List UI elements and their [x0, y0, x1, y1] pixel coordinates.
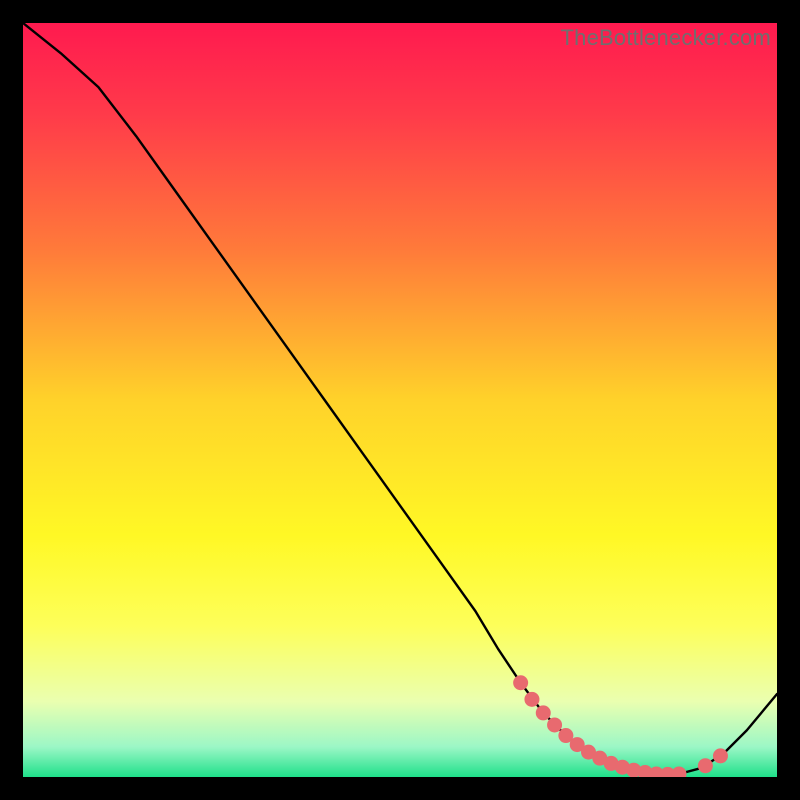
- chart-marker: [547, 717, 562, 732]
- chart-marker: [513, 675, 528, 690]
- chart-marker: [536, 705, 551, 720]
- chart-marker: [713, 748, 728, 763]
- chart-plot: [23, 23, 777, 777]
- watermark-text: TheBottlenecker.com: [561, 25, 771, 51]
- chart-marker: [698, 758, 713, 773]
- chart-marker: [524, 692, 539, 707]
- chart-frame: TheBottlenecker.com: [23, 23, 777, 777]
